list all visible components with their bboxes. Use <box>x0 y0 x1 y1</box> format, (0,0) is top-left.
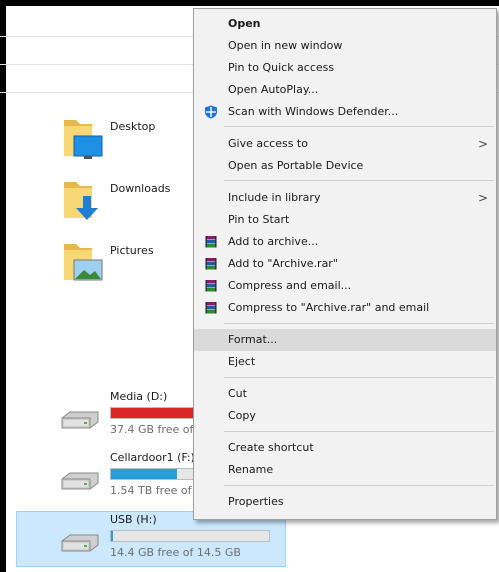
menu-item-create-shortcut[interactable]: Create shortcut <box>194 437 496 459</box>
menu-separator <box>224 180 494 181</box>
desktop-folder-icon <box>64 120 103 159</box>
menu-item-give-access[interactable]: Give access to > <box>194 133 496 155</box>
winrar-icon <box>205 236 217 248</box>
menu-item-label: Copy <box>228 409 256 422</box>
hard-drive-icon <box>61 411 99 429</box>
menu-item-add-to-archive-rar[interactable]: Add to "Archive.rar" <box>194 253 496 275</box>
winrar-icon <box>205 258 217 270</box>
pictures-folder-icon <box>64 244 103 281</box>
menu-item-label: Add to archive... <box>228 235 319 248</box>
menu-item-compress-email[interactable]: Compress and email... <box>194 275 496 297</box>
drive-name: Cellardoor1 (F:) <box>110 451 195 464</box>
winrar-icon <box>205 280 217 292</box>
menu-separator <box>224 431 494 432</box>
window-top-edge <box>0 0 499 6</box>
menu-item-open-new-window[interactable]: Open in new window <box>194 35 496 57</box>
menu-item-label: Open AutoPlay... <box>228 83 319 96</box>
menu-separator <box>224 377 494 378</box>
winrar-icon <box>205 302 217 314</box>
menu-item-label: Open in new window <box>228 39 343 52</box>
menu-item-label: Pin to Start <box>228 213 290 226</box>
drive-free-space: 1.54 TB free of <box>110 484 192 497</box>
drive-usage-fill <box>111 531 113 541</box>
menu-item-label: Open <box>228 17 261 30</box>
menu-item-label: Pin to Quick access <box>228 61 335 74</box>
menu-item-include-library[interactable]: Include in library > <box>194 187 496 209</box>
menu-item-add-to-archive[interactable]: Add to archive... <box>194 231 496 253</box>
menu-item-label: Properties <box>228 495 284 508</box>
menu-item-label: Add to "Archive.rar" <box>228 257 338 270</box>
windows-defender-icon <box>205 105 217 119</box>
menu-item-eject[interactable]: Eject <box>194 351 496 373</box>
folder-label: Desktop <box>110 120 156 133</box>
menu-item-label: Include in library <box>228 191 321 204</box>
menu-separator <box>224 126 494 127</box>
window-left-edge <box>0 0 6 572</box>
menu-item-properties[interactable]: Properties <box>194 491 496 513</box>
chevron-right-icon: > <box>477 191 488 205</box>
menu-item-compress-rar-email[interactable]: Compress to "Archive.rar" and email <box>194 297 496 319</box>
menu-item-open-autoplay[interactable]: Open AutoPlay... <box>194 79 496 101</box>
menu-item-label: Eject <box>228 355 256 368</box>
menu-item-pin-start[interactable]: Pin to Start <box>194 209 496 231</box>
drive-usb[interactable]: USB (H:) 14.4 GB free of 14.5 GB <box>60 513 270 563</box>
usb-drive-icon <box>61 534 99 552</box>
drive-usage-bar <box>110 530 270 542</box>
drive-free-space: 37.4 GB free of <box>110 423 194 436</box>
menu-separator <box>224 323 494 324</box>
menu-item-rename[interactable]: Rename <box>194 459 496 481</box>
menu-item-format[interactable]: Format... <box>194 329 496 351</box>
menu-item-label: Format... <box>228 333 278 346</box>
menu-item-label: Create shortcut <box>228 441 314 454</box>
menu-item-label: Open as Portable Device <box>228 159 364 172</box>
hard-drive-icon <box>61 472 99 490</box>
folder-label: Pictures <box>110 244 154 257</box>
drive-name: USB (H:) <box>110 513 157 526</box>
menu-item-label: Rename <box>228 463 274 476</box>
menu-item-scan-defender[interactable]: Scan with Windows Defender... <box>194 101 496 123</box>
menu-item-cut[interactable]: Cut <box>194 383 496 405</box>
menu-item-label: Compress and email... <box>228 279 352 292</box>
context-menu: Open Open in new window Pin to Quick acc… <box>193 8 497 520</box>
menu-item-label: Compress to "Archive.rar" and email <box>228 301 430 314</box>
menu-item-pin-quick-access[interactable]: Pin to Quick access <box>194 57 496 79</box>
menu-item-open[interactable]: Open <box>194 13 496 35</box>
drive-free-space: 14.4 GB free of 14.5 GB <box>110 546 241 559</box>
chevron-right-icon: > <box>477 137 488 151</box>
drive-usage-fill <box>111 469 178 479</box>
folder-label: Downloads <box>110 182 171 195</box>
menu-separator <box>224 485 494 486</box>
drive-name: Media (D:) <box>110 390 168 403</box>
menu-item-copy[interactable]: Copy <box>194 405 496 427</box>
menu-item-label: Give access to <box>228 137 308 150</box>
menu-item-open-portable-device[interactable]: Open as Portable Device <box>194 155 496 177</box>
downloads-folder-icon <box>64 182 98 220</box>
menu-item-label: Scan with Windows Defender... <box>228 105 399 118</box>
menu-item-label: Cut <box>228 387 247 400</box>
